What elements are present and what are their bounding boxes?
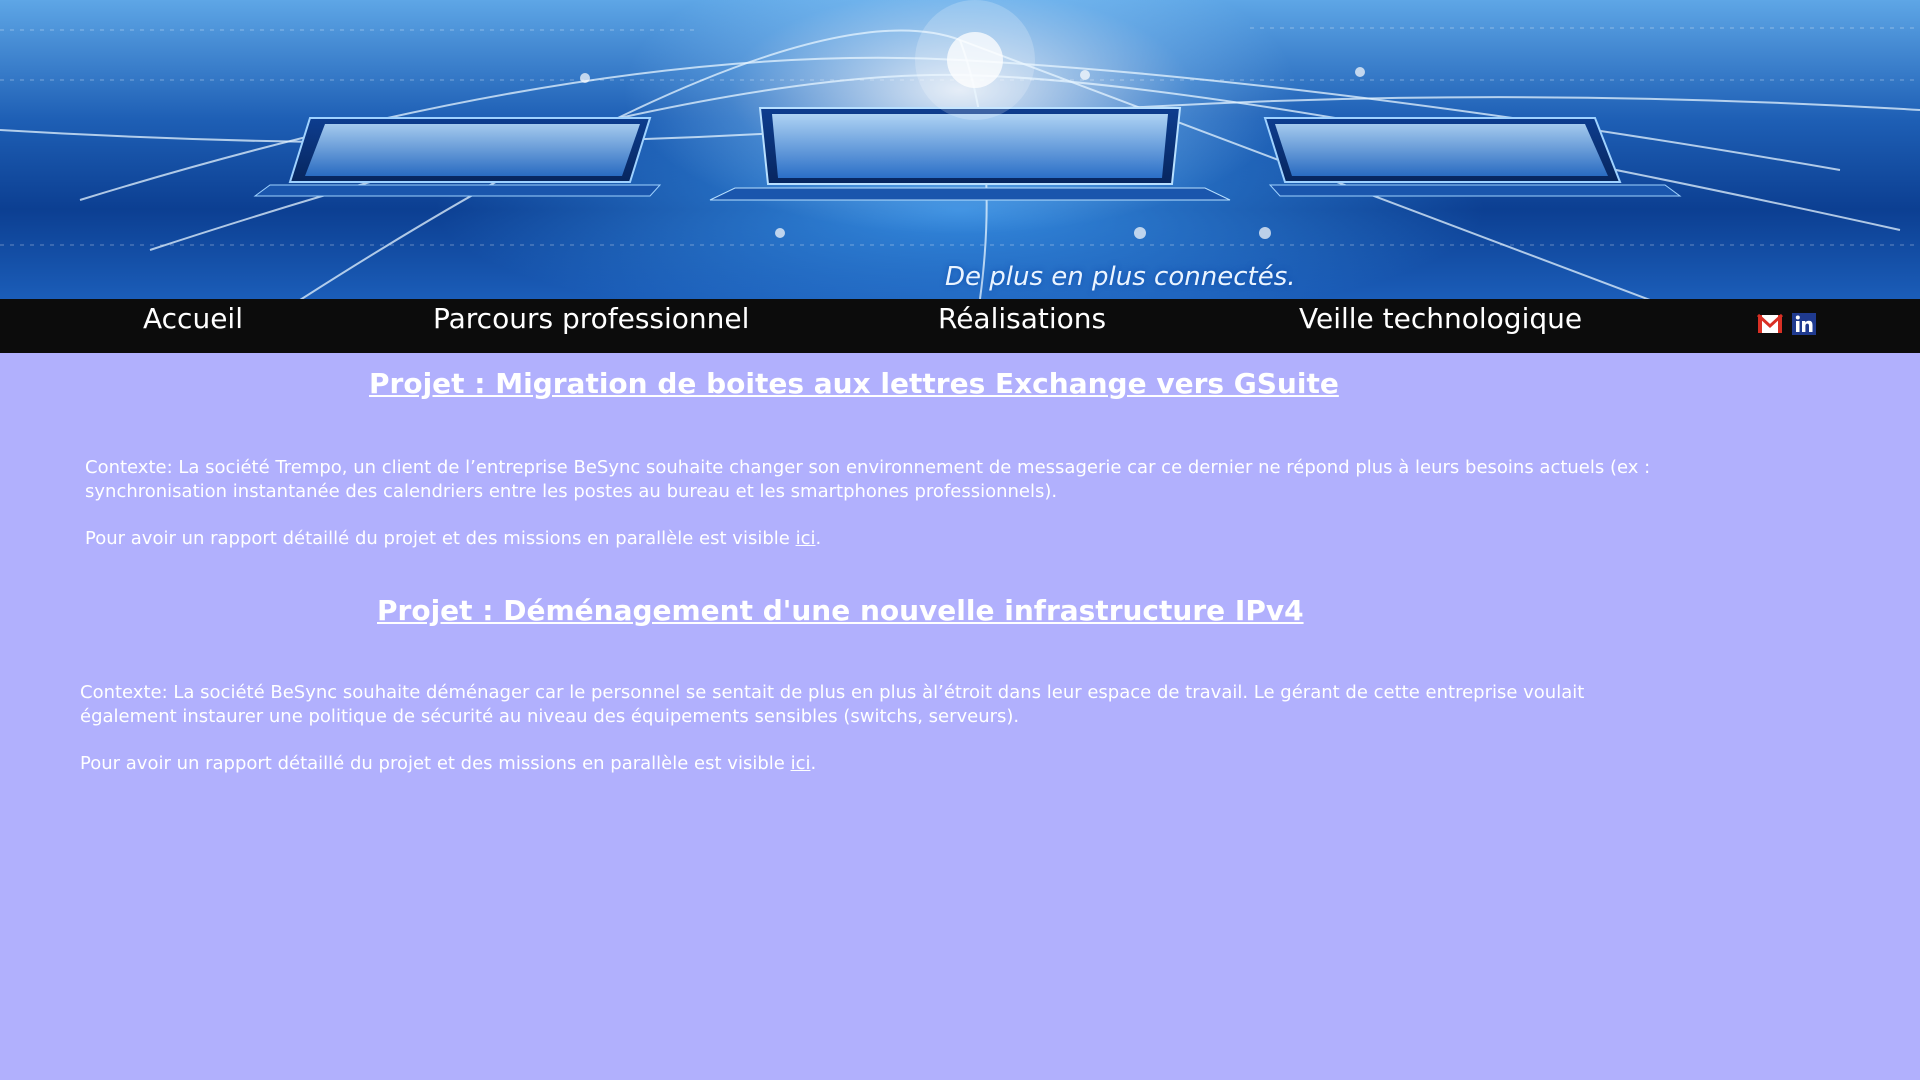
project-context: Contexte: La société BeSync souhaite dém… — [80, 682, 1585, 727]
nav-item-veille-technologique[interactable]: Veille technologique — [1299, 299, 1582, 339]
report-period: . — [810, 753, 817, 774]
report-period: . — [815, 528, 822, 549]
main-nav: Accueil Parcours professionnel Réalisati… — [0, 299, 1920, 353]
report-text: Pour avoir un rapport détaillé du projet… — [80, 753, 785, 774]
banner-illustration — [0, 0, 1920, 299]
nav-item-realisations[interactable]: Réalisations — [938, 299, 1106, 339]
report-link[interactable]: ici — [791, 753, 811, 774]
project-title: Projet : Migration de boites aux lettres… — [369, 367, 1339, 400]
gmail-icon[interactable] — [1756, 312, 1784, 336]
linkedin-icon[interactable] — [1791, 312, 1817, 336]
project-report-line: Pour avoir un rapport détaillé du projet… — [85, 527, 1655, 551]
report-link[interactable]: ici — [796, 528, 816, 549]
header-banner: De plus en plus connectés. — [0, 0, 1920, 299]
report-text: Pour avoir un rapport détaillé du projet… — [85, 528, 790, 549]
banner-tagline: De plus en plus connectés. — [945, 262, 1296, 292]
project-title: Projet : Déménagement d'une nouvelle inf… — [377, 594, 1304, 627]
nav-item-accueil[interactable]: Accueil — [143, 299, 243, 339]
project-context: Contexte: La société Trempo, un client d… — [85, 457, 1651, 502]
nav-item-parcours-professionnel[interactable]: Parcours professionnel — [433, 299, 749, 339]
project-report-line: Pour avoir un rapport détaillé du projet… — [80, 752, 1640, 776]
